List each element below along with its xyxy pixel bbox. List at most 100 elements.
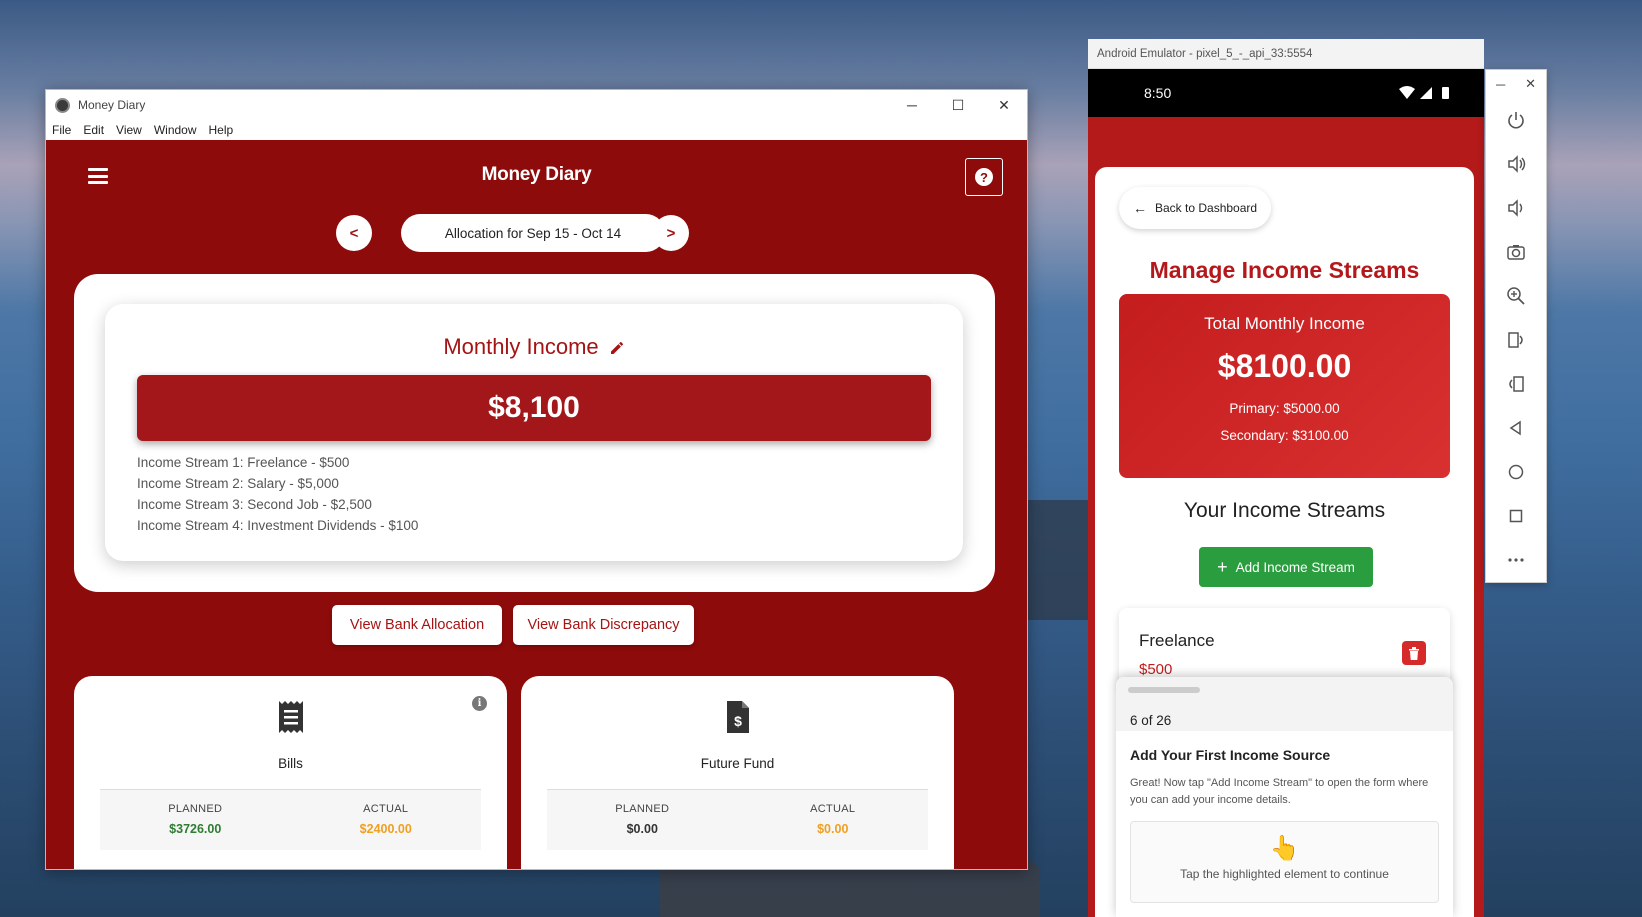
phone-screen: ← Back to Dashboard Manage Income Stream…	[1088, 117, 1484, 917]
actual-value: $2400.00	[359, 822, 412, 836]
back-label: Back to Dashboard	[1155, 201, 1258, 215]
close-button[interactable]: ✕	[981, 90, 1027, 120]
zoom-icon[interactable]	[1486, 274, 1546, 318]
tour-progress-bar	[1128, 687, 1200, 693]
back-to-dashboard-button[interactable]: ← Back to Dashboard	[1119, 187, 1272, 229]
view-bank-allocation-button[interactable]: View Bank Allocation	[332, 605, 502, 645]
status-bar: 8:50	[1088, 69, 1484, 117]
desktop-background-pier	[1020, 500, 1090, 620]
fund-card-bills[interactable]: i Bills PLANNED $3726.00 ACTUAL $2400.00	[74, 676, 507, 869]
menu-file[interactable]: File	[52, 123, 71, 137]
monthly-income-card: Monthly Income $8,100 Income Stream 1: F…	[105, 304, 963, 561]
power-icon[interactable]	[1486, 98, 1546, 142]
app-title: Money Diary	[481, 164, 592, 185]
tour-step-count: 6 of 26	[1130, 713, 1172, 728]
add-income-stream-button[interactable]: + Add Income Stream	[1199, 547, 1373, 587]
rotate-left-icon[interactable]	[1486, 318, 1546, 362]
window-title: Money Diary	[78, 98, 146, 112]
tour-header: 6 of 26	[1116, 677, 1453, 731]
income-stream-item: Income Stream 1: Freelance - $500	[137, 455, 350, 470]
menu-view[interactable]: View	[116, 123, 142, 137]
delete-stream-button[interactable]	[1402, 641, 1426, 665]
help-button[interactable]: ?	[965, 158, 1003, 196]
total-label: Total Monthly Income	[1204, 314, 1365, 333]
tour-overlay: 6 of 26 Add Your First Income Source Gre…	[1116, 677, 1453, 917]
pencil-icon[interactable]	[609, 339, 625, 355]
prev-period-button[interactable]: <	[336, 215, 372, 251]
income-stream-item: Income Stream 3: Second Job - $2,500	[137, 497, 372, 512]
minimize-button[interactable]: ─	[889, 90, 935, 120]
tour-title: Add Your First Income Source	[1130, 747, 1331, 763]
planned-value: $0.00	[626, 822, 658, 836]
toolbar-window-controls: ─ ✕	[1486, 70, 1546, 98]
income-stream-list: Income Stream 1: Freelance - $500 Income…	[137, 452, 418, 536]
rotate-right-icon[interactable]	[1486, 362, 1546, 406]
tour-hint-box: 👆 Tap the highlighted element to continu…	[1130, 821, 1439, 903]
fund-amounts: PLANNED $0.00 ACTUAL $0.00	[547, 790, 928, 850]
fund-card-future-fund[interactable]: $ Future Fund PLANNED $0.00 ACTUAL $0.00	[521, 676, 954, 869]
dollar-document-icon: $	[726, 701, 749, 733]
volume-down-icon[interactable]	[1486, 186, 1546, 230]
add-label: Add Income Stream	[1235, 559, 1355, 575]
camera-icon[interactable]	[1486, 230, 1546, 274]
maximize-button[interactable]: ☐	[935, 90, 981, 120]
close-button[interactable]: ✕	[1525, 76, 1536, 92]
total-amount: $8100.00	[1217, 348, 1352, 384]
menu-window[interactable]: Window	[154, 123, 197, 137]
fund-title: Future Fund	[700, 756, 775, 771]
menu-edit[interactable]: Edit	[83, 123, 104, 137]
more-icon[interactable]	[1486, 538, 1546, 582]
tour-description: Great! Now tap "Add Income Stream" to op…	[1130, 777, 1429, 806]
trash-icon	[1409, 646, 1419, 660]
emulator-toolbar: ─ ✕	[1485, 69, 1547, 583]
actual-label: ACTUAL	[363, 803, 409, 815]
overview-icon[interactable]	[1486, 494, 1546, 538]
page-title: Manage Income Streams	[1149, 257, 1420, 283]
money-diary-window: Money Diary ─ ☐ ✕ File Edit View Window …	[45, 89, 1028, 870]
tour-hint: Tap the highlighted element to continue	[1180, 867, 1389, 881]
receipt-icon	[278, 701, 303, 733]
info-icon[interactable]: i	[472, 696, 487, 711]
back-icon[interactable]	[1486, 406, 1546, 450]
volume-up-icon[interactable]	[1486, 142, 1546, 186]
planned-column: PLANNED $0.00	[547, 790, 738, 850]
income-section: Monthly Income $8,100 Income Stream 1: F…	[74, 274, 995, 592]
view-bank-discrepancy-button[interactable]: View Bank Discrepancy	[513, 605, 694, 645]
next-period-button[interactable]: >	[653, 215, 689, 251]
section-title: Your Income Streams	[1183, 499, 1386, 522]
arrow-left-icon: ←	[1133, 200, 1147, 216]
pointing-hand-icon: 👆	[1269, 835, 1300, 862]
home-icon[interactable]	[1486, 450, 1546, 494]
svg-text:$: $	[734, 713, 742, 729]
monthly-income-amount: $8,100	[137, 375, 931, 441]
emulator-title: Android Emulator - pixel_5_-_api_33:5554	[1088, 39, 1484, 69]
fund-amounts: PLANNED $3726.00 ACTUAL $2400.00	[100, 790, 481, 850]
income-stream-item: Income Stream 4: Investment Dividends - …	[137, 518, 419, 533]
period-label: Allocation for Sep 15 - Oct 14	[401, 214, 665, 252]
planned-value: $3726.00	[169, 822, 222, 836]
status-time: 8:50	[1144, 85, 1172, 101]
plus-icon: +	[1217, 556, 1228, 577]
monthly-income-title: Monthly Income	[105, 334, 963, 360]
stream-name: Freelance	[1139, 631, 1215, 650]
app-content: Money Diary ? < Allocation for Sep 15 - …	[46, 140, 1027, 869]
app-logo-icon	[55, 97, 70, 113]
income-stream-item: Income Stream 2: Salary - $5,000	[137, 476, 339, 491]
total-income-card: Total Monthly Income $8100.00 Primary: $…	[1119, 294, 1450, 478]
actual-label: ACTUAL	[810, 803, 856, 815]
income-streams-page: ← Back to Dashboard Manage Income Stream…	[1095, 167, 1474, 917]
planned-label: PLANNED	[615, 803, 670, 815]
window-titlebar: Money Diary ─ ☐ ✕	[46, 90, 1027, 120]
planned-column: PLANNED $3726.00	[100, 790, 291, 850]
fund-title: Bills	[278, 756, 303, 771]
stream-amount: $500	[1139, 661, 1173, 678]
actual-value: $0.00	[817, 822, 849, 836]
planned-label: PLANNED	[168, 803, 223, 815]
minimize-button[interactable]: ─	[1496, 77, 1505, 92]
primary-income: Primary: $5000.00	[1229, 401, 1340, 416]
android-emulator-window: Android Emulator - pixel_5_-_api_33:5554…	[1088, 39, 1484, 917]
menu-help[interactable]: Help	[209, 123, 234, 137]
gesture-nav-handle[interactable]	[1232, 903, 1340, 907]
secondary-income: Secondary: $3100.00	[1220, 428, 1349, 443]
status-icons	[1399, 86, 1449, 99]
